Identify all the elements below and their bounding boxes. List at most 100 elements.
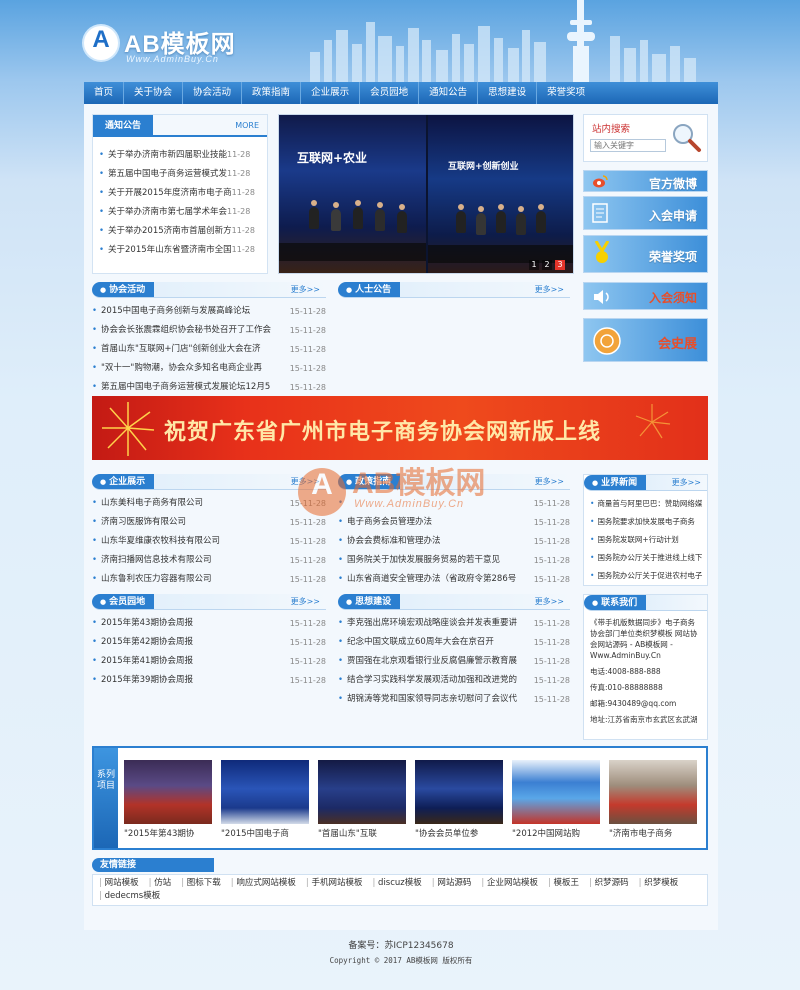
nav-notices[interactable]: 通知公告 — [419, 82, 479, 104]
search-input[interactable] — [590, 139, 666, 152]
friend-link[interactable]: dedecms模板 — [99, 890, 161, 903]
magnifier-icon[interactable] — [670, 121, 702, 153]
celebration-banner[interactable]: 祝贺广东省广州市电子商务协会网新版上线 — [92, 396, 708, 460]
join-apply-banner[interactable]: 入会申请 — [583, 196, 708, 230]
list-item[interactable]: • 山东华夏维康农牧科技有限公司 15-11-28 — [92, 532, 326, 551]
city-skyline-graphic — [310, 0, 696, 82]
list-item[interactable]: • 关于举办济南市新四届职业技能11-28 — [99, 145, 265, 164]
slideshow[interactable]: 互联网+农业 互联网+创新创业 1 2 3 — [278, 114, 574, 274]
list-item[interactable]: • 国务院要求加快发展电子商务 — [584, 513, 707, 531]
contact-email[interactable]: 邮箱:9430489@qq.com — [584, 698, 707, 709]
icp-number[interactable]: 备案号：苏ICP12345678 — [84, 938, 718, 951]
friend-link[interactable]: 响应式网站模板 — [231, 877, 296, 890]
list-item[interactable]: • 2015年第42期协会周报 15-11-28 — [92, 633, 326, 652]
list-item[interactable]: • 关于举办2015济南市首届创新方11-28 — [99, 221, 265, 240]
contact-info: 《带手机版数据同步》电子商务协会部门单位类织梦模板 网站协会网站源码 - AB模… — [584, 617, 707, 730]
list-item[interactable]: •山东美科电子商务有限公司15-11-28 — [92, 494, 326, 513]
companies-list: •山东美科电子商务有限公司15-11-28 •济南习医服饰有限公司15-11-2… — [92, 494, 326, 589]
carousel-photo — [609, 760, 697, 824]
activities-title[interactable]: 协会活动 — [100, 282, 145, 298]
honors-banner[interactable]: 荣誉奖项 — [583, 235, 708, 273]
friend-link[interactable]: 模板王 — [548, 877, 580, 890]
nav-thought[interactable]: 思想建设 — [478, 82, 538, 104]
slide-page-1[interactable]: 1 — [529, 260, 539, 270]
carousel-photo — [318, 760, 406, 824]
industry-more-link[interactable]: 更多>> — [672, 475, 701, 491]
weibo-banner[interactable]: 官方微博 — [583, 170, 708, 192]
list-item[interactable]: • 第五届中国电子商务运营模式发展论坛12月5 15-11-28 — [92, 378, 326, 397]
carousel-item[interactable]: "协会会员单位参 — [415, 760, 503, 841]
notice-list: • 关于举办济南市新四届职业技能11-28 • 第五届中国电子商务运营模式发11-2… — [99, 145, 265, 259]
friend-link[interactable]: discuz模板 — [372, 877, 422, 890]
nav-home[interactable]: 首页 — [84, 82, 125, 104]
watermark-url: Www.AdminBuy.Cn — [354, 498, 465, 510]
slide-page-3[interactable]: 3 — [555, 260, 565, 270]
list-item[interactable]: • 关于举办济南市第七届学术年会11-28 — [99, 202, 265, 221]
list-item[interactable]: • 2015年第41期协会周报 15-11-28 — [92, 652, 326, 671]
list-item[interactable]: • 结合学习实践科学发展观活动加强和改进党的 15-11-28 — [338, 671, 570, 690]
contact-title[interactable]: 联系我们 — [592, 595, 637, 611]
thought-more-link[interactable]: 更多>> — [535, 594, 564, 610]
friend-link[interactable]: 手机网站模板 — [306, 877, 362, 890]
links-list: 网站模板 仿站 图标下载 响应式网站模板 手机网站模板 discuz模板 网站源… — [92, 874, 708, 906]
list-item[interactable]: • 纪念中国文联成立60周年大会在京召开 15-11-28 — [338, 633, 570, 652]
list-item[interactable]: • 关于2015年山东省暨济南市全国11-28 — [99, 240, 265, 259]
industry-title[interactable]: 业界新闻 — [592, 475, 637, 491]
carousel-photo — [512, 760, 600, 824]
list-item[interactable]: • 李克强出席环境宏观战略座谈会并发表重要讲 15-11-28 — [338, 614, 570, 633]
list-item[interactable]: • 2015中国电子商务创新与发展高峰论坛 15-11-28 — [92, 302, 326, 321]
history-banner[interactable]: 会史展 — [583, 318, 708, 362]
list-item[interactable]: • 首届山东"互联网+门店"创新创业大会在济 15-11-28 — [92, 340, 326, 359]
people-title[interactable]: 人士公告 — [346, 282, 391, 298]
list-item[interactable]: • 关于开展2015年度济南市电子商11-28 — [99, 183, 265, 202]
members-more-link[interactable]: 更多>> — [291, 594, 320, 610]
carousel-item[interactable]: "2012中国网站购 — [512, 760, 600, 841]
friend-link[interactable]: 织梦模板 — [639, 877, 678, 890]
list-item[interactable]: • 国务院办公厅关于推进线上线下 — [584, 549, 707, 567]
companies-title[interactable]: 企业展示 — [100, 474, 145, 490]
list-item[interactable]: • 2015年第39期协会周报 15-11-28 — [92, 671, 326, 690]
join-notice-banner[interactable]: 入会须知 — [583, 282, 708, 310]
notice-title[interactable]: 通知公告 — [93, 115, 154, 137]
list-item[interactable]: • "双十一"购物潮，协会众多知名电商企业再 15-11-28 — [92, 359, 326, 378]
carousel-item[interactable]: "首届山东"互联 — [318, 760, 406, 841]
list-item[interactable]: • 山东鲁利农压力容器有限公司 15-11-28 — [92, 570, 326, 589]
thought-title[interactable]: 思想建设 — [346, 594, 391, 610]
members-title[interactable]: 会员园地 — [100, 594, 145, 610]
list-item[interactable]: • 山东省商道安全管理办法（省政府令第286号 15-11-28 — [338, 570, 570, 589]
list-item[interactable]: • 济南扫播网信息技术有限公司 15-11-28 — [92, 551, 326, 570]
list-item[interactable]: • 济南习医服饰有限公司 15-11-28 — [92, 513, 326, 532]
nav-companies[interactable]: 企业展示 — [301, 82, 361, 104]
friend-link[interactable]: 仿站 — [149, 877, 171, 890]
friend-link[interactable]: 网站源码 — [432, 877, 471, 890]
notice-more-link[interactable]: MORE — [235, 115, 259, 137]
carousel-item[interactable]: "2015中国电子商 — [221, 760, 309, 841]
friend-links: 友情链接 网站模板 仿站 图标下载 响应式网站模板 手机网站模板 discuz模… — [92, 858, 708, 906]
list-item[interactable]: • 贾国强在北京观看银行业反腐倡廉警示教育展 15-11-28 — [338, 652, 570, 671]
carousel-item[interactable]: "济南市电子商务 — [609, 760, 697, 841]
list-item[interactable]: • 商量首与阿里巴巴：赞助网络媒 — [584, 495, 707, 513]
friend-link[interactable]: 企业网站模板 — [481, 877, 538, 890]
nav-activities[interactable]: 协会活动 — [183, 82, 243, 104]
nav-about[interactable]: 关于协会 — [124, 82, 184, 104]
list-item[interactable]: • 协会会长张震霖组织协会秘书处召开了工作会 15-11-28 — [92, 321, 326, 340]
nav-policy[interactable]: 政策指南 — [242, 82, 302, 104]
nav-honors[interactable]: 荣誉奖项 — [537, 82, 595, 104]
people-more-link[interactable]: 更多>> — [535, 282, 564, 298]
slide-page-2[interactable]: 2 — [542, 260, 552, 270]
friend-link[interactable]: 图标下载 — [181, 877, 221, 890]
list-item[interactable]: • 国务院办公厅关于促进农村电子 — [584, 567, 707, 585]
list-item[interactable]: • 国务院发联网+行动计划 — [584, 531, 707, 549]
site-logo[interactable]: A AB模板网 Www.AdminBuy.Cn — [84, 24, 244, 68]
list-item[interactable]: • 2015年第43期协会周报 15-11-28 — [92, 614, 326, 633]
search-title: 站内搜索 — [592, 124, 631, 135]
friend-link[interactable]: 网站模板 — [99, 877, 139, 890]
policy-more-link[interactable]: 更多>> — [535, 474, 564, 490]
carousel-item[interactable]: "2015年第43期协 — [124, 760, 212, 841]
list-item[interactable]: • 胡锦涛等党和国家领导同志亲切慰问了会议代 15-11-28 — [338, 690, 570, 709]
nav-members[interactable]: 会员园地 — [360, 82, 420, 104]
activities-more-link[interactable]: 更多>> — [291, 282, 320, 298]
list-item[interactable]: • 国务院关于加快发展服务贸易的若干意见 15-11-28 — [338, 551, 570, 570]
friend-link[interactable]: 织梦源码 — [589, 877, 629, 890]
list-item[interactable]: • 第五届中国电子商务运营模式发11-28 — [99, 164, 265, 183]
